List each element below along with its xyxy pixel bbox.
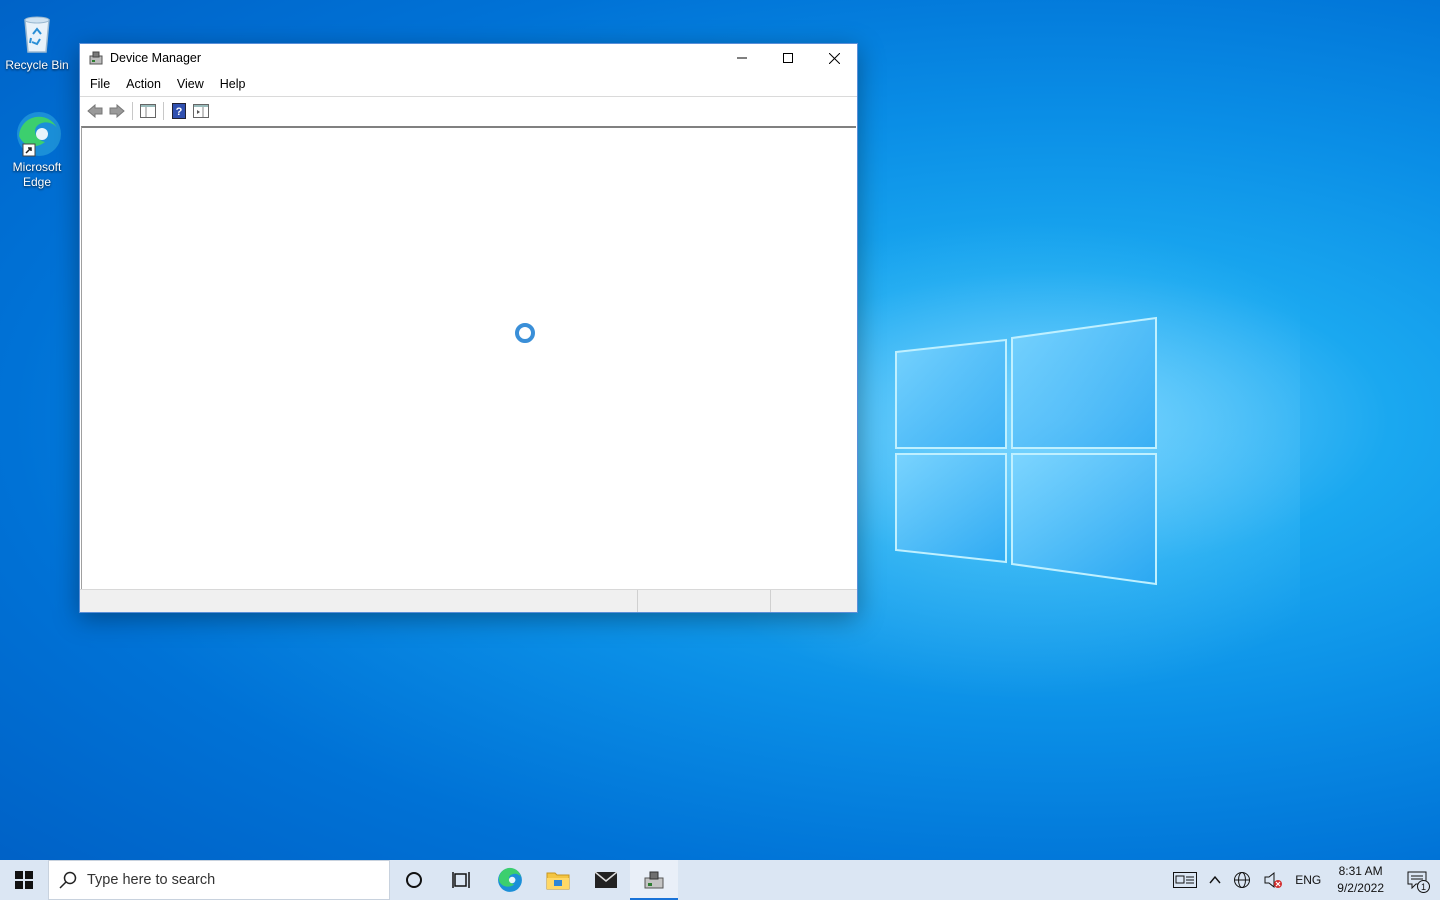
taskbar: Type here to search ENG 8:31 AM 9/2/2022… (0, 860, 1440, 900)
menu-help[interactable]: Help (212, 73, 254, 95)
minimize-icon (737, 57, 747, 59)
volume-button[interactable] (1257, 860, 1289, 900)
back-icon (87, 103, 103, 118)
title-bar[interactable]: Device Manager (80, 44, 857, 72)
chevron-up-icon (1209, 876, 1221, 884)
status-pane (638, 590, 771, 612)
toolbar-separator (132, 101, 133, 120)
taskbar-edge-button[interactable] (486, 860, 534, 900)
file-explorer-icon (546, 872, 570, 890)
action-center-button[interactable]: 1 (1394, 860, 1440, 900)
maximize-button[interactable] (765, 44, 811, 72)
search-placeholder: Type here to search (87, 872, 216, 888)
desktop-icon-label: Microsoft Edge (12, 160, 62, 189)
notification-count-badge: 1 (1417, 880, 1430, 893)
properties-pane-icon (193, 103, 209, 118)
device-tree-pane[interactable] (81, 126, 856, 589)
desktop-icon-label: Recycle Bin (5, 58, 69, 72)
cortana-button[interactable] (390, 860, 438, 900)
news-widget-button[interactable] (1167, 860, 1203, 900)
taskbar-device-manager-button[interactable] (630, 860, 678, 900)
forward-button[interactable] (106, 100, 128, 122)
svg-text:?: ? (176, 106, 183, 118)
clock-date: 9/2/2022 (1337, 881, 1384, 895)
help-button[interactable]: ? (168, 100, 190, 122)
recycle-bin-icon (13, 8, 61, 56)
taskbar-mail-button[interactable] (582, 860, 630, 900)
windows-wallpaper-logo (895, 316, 1157, 586)
network-globe-icon (1234, 872, 1251, 888)
windows-start-icon (15, 871, 33, 889)
volume-muted-icon (1264, 871, 1283, 889)
device-manager-window: Device Manager File Action View Help ? (79, 43, 858, 613)
minimize-button[interactable] (719, 44, 765, 72)
task-view-icon (452, 872, 470, 888)
search-box[interactable]: Type here to search (48, 860, 390, 900)
close-icon (828, 52, 840, 64)
menu-bar: File Action View Help (80, 72, 857, 96)
status-pane (771, 590, 857, 612)
back-button[interactable] (84, 100, 106, 122)
help-icon: ? (172, 102, 186, 119)
window-title: Device Manager (110, 51, 202, 65)
close-button[interactable] (811, 44, 857, 72)
edge-icon (13, 110, 61, 158)
cortana-icon (406, 872, 422, 888)
status-pane (80, 590, 638, 612)
forward-icon (109, 103, 125, 118)
edge-icon (498, 867, 522, 892)
properties-pane-button[interactable] (190, 100, 212, 122)
task-view-button[interactable] (438, 860, 486, 900)
menu-view[interactable]: View (169, 73, 212, 95)
toolbar-separator (163, 101, 164, 120)
show-hide-console-tree-button[interactable] (137, 100, 159, 122)
clock[interactable]: 8:31 AM 9/2/2022 (1327, 863, 1394, 897)
network-button[interactable] (1227, 860, 1257, 900)
show-hide-console-tree-icon (140, 103, 156, 118)
news-icon (1173, 872, 1198, 888)
menu-file[interactable]: File (82, 73, 118, 95)
clock-time: 8:31 AM (1338, 864, 1383, 878)
language-indicator[interactable]: ENG (1289, 860, 1327, 900)
desktop-icon-recycle-bin[interactable]: Recycle Bin (0, 8, 74, 73)
device-manager-icon (644, 871, 664, 889)
system-tray: ENG 8:31 AM 9/2/2022 1 (1167, 860, 1440, 900)
toolbar: ? (80, 96, 857, 124)
search-icon (59, 871, 77, 889)
mail-icon (594, 871, 618, 888)
desktop: Recycle Bin Microsoft Edge Device Manage… (0, 0, 1440, 860)
maximize-icon (783, 53, 793, 63)
taskbar-file-explorer-button[interactable] (534, 860, 582, 900)
start-button[interactable] (0, 860, 48, 900)
device-manager-icon (88, 50, 104, 66)
menu-action[interactable]: Action (118, 73, 169, 95)
show-hidden-icons-button[interactable] (1203, 860, 1227, 900)
loading-spinner-icon (515, 323, 535, 343)
status-bar (80, 589, 857, 612)
desktop-icon-microsoft-edge[interactable]: Microsoft Edge (0, 110, 74, 190)
